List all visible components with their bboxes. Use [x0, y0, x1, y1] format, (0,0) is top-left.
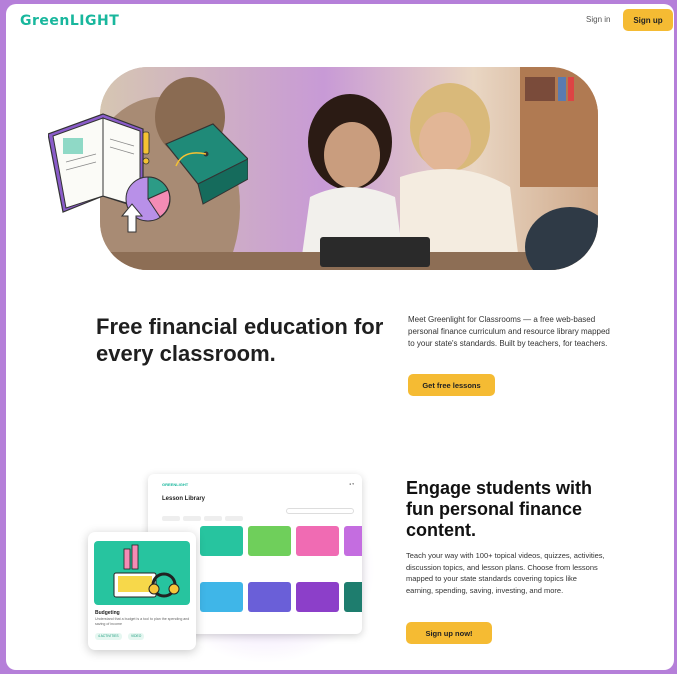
mockup-filter — [162, 516, 180, 521]
signin-link[interactable]: Sign in — [586, 15, 610, 24]
mockup-tile — [296, 526, 339, 556]
mockup-tile — [344, 526, 362, 556]
card-tag-activities: 4 ACTIVITIES — [95, 633, 122, 640]
laptop-headphones-icon — [113, 544, 180, 598]
mockup-filter — [225, 516, 243, 521]
mockup-tile — [296, 582, 339, 612]
greenlight-logo[interactable]: GreenLIGHT — [20, 13, 119, 29]
get-free-lessons-button[interactable]: Get free lessons — [408, 374, 495, 396]
mockup-logo: GREENLIGHT — [162, 482, 189, 487]
section2-body: Teach your way with 100+ topical videos,… — [406, 551, 605, 595]
card-title: Budgeting — [95, 610, 120, 616]
card-tag-video: VIDEO — [128, 633, 145, 640]
page: GreenLIGHT Sign in Sign up Free financia… — [6, 4, 674, 670]
mockup-tile — [248, 582, 291, 612]
sign-up-now-button[interactable]: Sign up now! — [406, 622, 492, 644]
section2-headline: Engage students with fun personal financ… — [406, 478, 593, 540]
mockup-search — [286, 508, 354, 514]
mockup-tile — [248, 526, 291, 556]
mockup-tile — [344, 582, 362, 612]
book-graduation-cap-chart-illustration — [48, 113, 248, 233]
mockup-tile — [200, 526, 243, 556]
mockup-filter — [204, 516, 222, 521]
budgeting-card-image — [94, 541, 190, 605]
section1-headline: Free financial education for every class… — [96, 314, 384, 366]
budgeting-lesson-card[interactable]: Budgeting Understand that a budget is a … — [88, 532, 196, 650]
mockup-title: Lesson Library — [162, 496, 206, 502]
signup-button[interactable]: Sign up — [623, 9, 673, 31]
mockup-filters — [162, 508, 246, 526]
card-description: Understand that a budget is a tool to pl… — [95, 617, 190, 626]
mockup-user-menu: ● ▾ — [349, 482, 354, 486]
section1-body: Meet Greenlight for Classrooms — a free … — [408, 315, 610, 348]
mockup-tile — [200, 582, 243, 612]
mockup-filter — [183, 516, 201, 521]
